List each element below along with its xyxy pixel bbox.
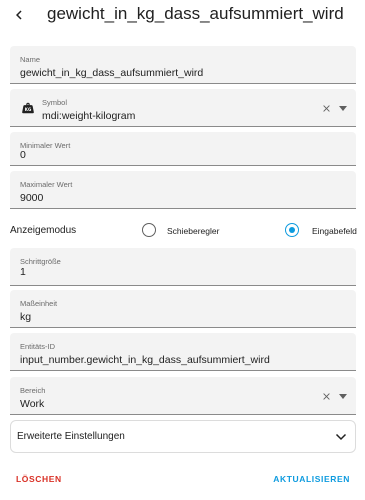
minimum-value-input[interactable]: 0 xyxy=(20,149,26,161)
dropdown-arrow-icon[interactable] xyxy=(339,106,347,111)
minimum-value-field[interactable]: Minimaler Wert 0 xyxy=(10,132,356,166)
clear-icon[interactable] xyxy=(321,391,332,402)
unit-label: Maßeinheit xyxy=(20,299,58,308)
input-field-mode-label[interactable]: Eingabefeld xyxy=(312,226,357,236)
weight-kilogram-icon: KG xyxy=(22,102,34,114)
advanced-settings-expander[interactable]: Erweiterte Einstellungen xyxy=(10,420,356,453)
unit-field[interactable]: Maßeinheit kg xyxy=(10,290,356,328)
chevron-down-icon xyxy=(335,433,347,441)
update-button[interactable]: AKTUALISIEREN xyxy=(273,474,350,484)
name-field-label: Name xyxy=(20,55,41,64)
step-size-label: Schrittgröße xyxy=(20,257,61,266)
entity-id-field[interactable]: Entitäts-ID input_number.gewicht_in_kg_d… xyxy=(10,333,356,371)
step-size-input[interactable]: 1 xyxy=(20,266,26,278)
step-size-field[interactable]: Schrittgröße 1 xyxy=(10,248,356,286)
area-value[interactable]: Work xyxy=(20,398,44,410)
name-field[interactable]: Name gewicht_in_kg_dass_aufsummiert_wird xyxy=(10,46,356,84)
clear-icon[interactable] xyxy=(321,103,332,114)
symbol-field-label: Symbol xyxy=(42,98,68,107)
delete-button[interactable]: LÖSCHEN xyxy=(16,474,62,484)
slider-mode-radio[interactable] xyxy=(142,223,156,237)
dialog-header: gewicht_in_kg_dass_aufsummiert_wird xyxy=(0,0,365,34)
maximum-value-field[interactable]: Maximaler Wert 9000 xyxy=(10,171,356,209)
area-label: Bereich xyxy=(20,386,46,395)
symbol-field-value[interactable]: mdi:weight-kilogram xyxy=(42,110,135,122)
display-mode-row: Anzeigemodus Schieberegler Eingabefeld xyxy=(0,219,365,243)
slider-mode-label[interactable]: Schieberegler xyxy=(167,226,219,236)
maximum-value-label: Maximaler Wert xyxy=(20,180,73,189)
entity-id-input[interactable]: input_number.gewicht_in_kg_dass_aufsummi… xyxy=(20,354,270,366)
dialog-title: gewicht_in_kg_dass_aufsummiert_wird xyxy=(47,4,344,23)
unit-input[interactable]: kg xyxy=(20,311,31,323)
name-field-value[interactable]: gewicht_in_kg_dass_aufsummiert_wird xyxy=(20,67,203,79)
minimum-value-label: Minimaler Wert xyxy=(20,141,71,150)
svg-text:KG: KG xyxy=(25,107,32,112)
entity-id-label: Entitäts-ID xyxy=(20,342,56,351)
input-field-mode-radio[interactable] xyxy=(285,223,299,237)
display-mode-label: Anzeigemodus xyxy=(10,225,77,236)
area-field[interactable]: Bereich Work xyxy=(10,377,356,415)
advanced-settings-label: Erweiterte Einstellungen xyxy=(17,431,125,442)
maximum-value-input[interactable]: 9000 xyxy=(20,192,43,204)
dropdown-arrow-icon[interactable] xyxy=(339,394,347,399)
back-arrow-icon[interactable] xyxy=(10,6,28,24)
symbol-field[interactable]: KG Symbol mdi:weight-kilogram xyxy=(10,89,356,127)
